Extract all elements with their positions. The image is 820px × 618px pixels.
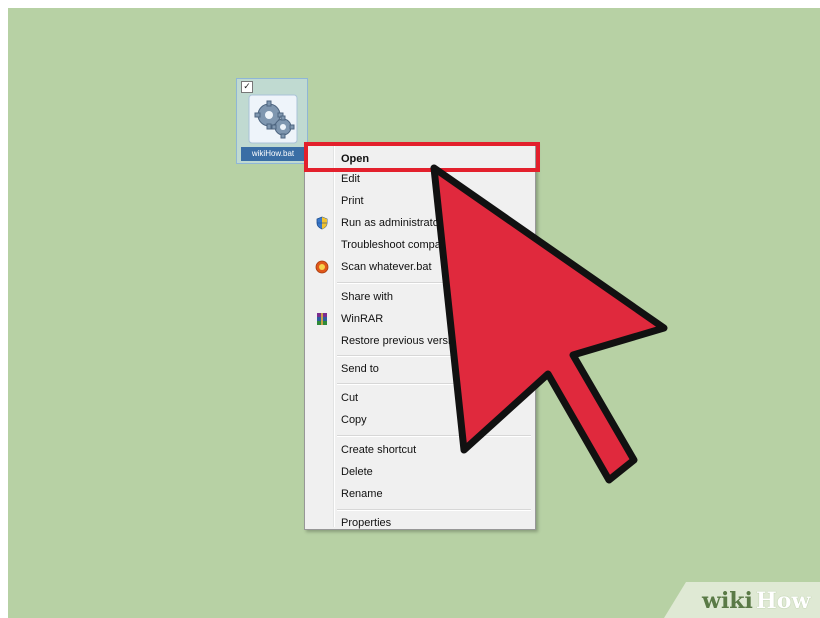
wikihow-watermark: wiki How: [664, 582, 820, 618]
watermark-how-text: How: [756, 588, 811, 614]
watermark-wiki-text: wiki: [702, 588, 753, 614]
desktop: ✓ wikiHow.bat Open Edit Print Run as adm…: [8, 8, 820, 618]
pointer-arrow-icon: [430, 164, 668, 484]
